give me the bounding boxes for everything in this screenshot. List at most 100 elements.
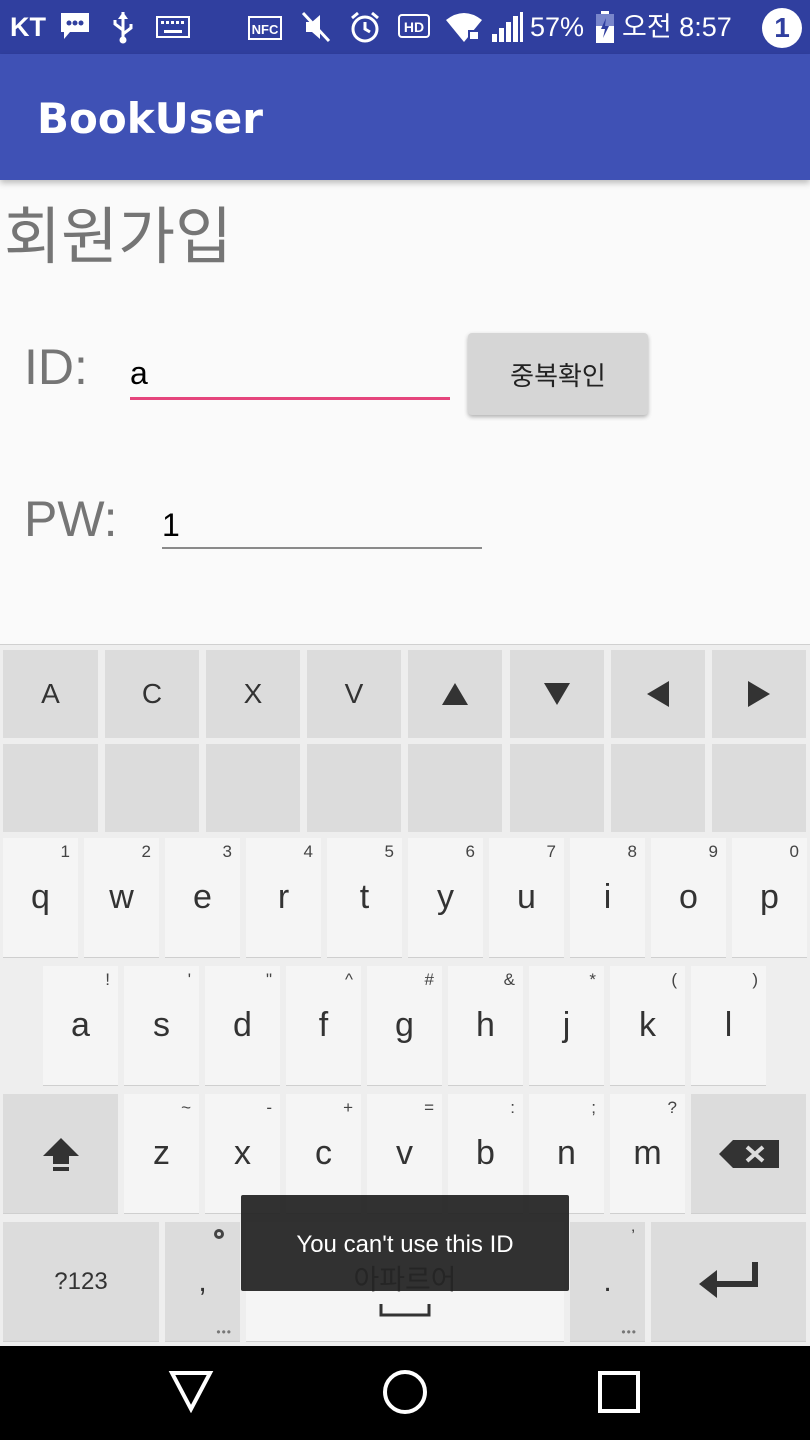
comma-key[interactable]: , ••• [165, 1222, 240, 1342]
shift-key[interactable] [3, 1094, 118, 1214]
key-q[interactable]: 1q [3, 838, 78, 958]
arrow-up-icon [442, 683, 468, 705]
key-label: ?123 [54, 1267, 108, 1295]
key-h[interactable]: & h [448, 966, 523, 1086]
key-label: p [760, 878, 779, 916]
key-label: w [109, 878, 134, 916]
key-o[interactable]: 9o [651, 838, 726, 958]
more-dots-icon: ••• [216, 1325, 232, 1339]
key-label: r [277, 878, 290, 916]
key-u[interactable]: 7u [489, 838, 564, 958]
blank-toolbar-key[interactable] [408, 744, 502, 832]
shift-icon [3, 1094, 118, 1213]
toolbar-key-x[interactable]: X [206, 650, 300, 738]
key-label: u [517, 878, 536, 916]
signal-icon [492, 12, 523, 42]
home-icon[interactable] [382, 1369, 428, 1415]
enter-icon [651, 1222, 806, 1341]
blank-toolbar-key[interactable] [307, 744, 401, 832]
key-label: i [603, 878, 612, 916]
wifi-icon [446, 13, 482, 42]
recents-icon[interactable] [597, 1370, 641, 1414]
key-s[interactable]: ' s [124, 966, 199, 1086]
period-key[interactable]: ’ . ••• [570, 1222, 645, 1342]
key-label: h [476, 1006, 495, 1044]
key-label: d [233, 1006, 252, 1044]
pw-label: PW: [24, 491, 118, 547]
key-m[interactable]: ? m [610, 1094, 685, 1214]
key-label: . [603, 1264, 612, 1298]
blank-toolbar-key[interactable] [510, 744, 604, 832]
enter-key[interactable] [651, 1222, 806, 1342]
more-dots-icon: ••• [621, 1325, 637, 1339]
keyboard-icon [156, 16, 190, 38]
key-r[interactable]: 4r [246, 838, 321, 958]
pw-input-underline [162, 547, 482, 549]
hd-icon: HD [398, 14, 430, 38]
key-label: z [153, 1134, 170, 1172]
space-icon [246, 1302, 564, 1323]
key-label: k [639, 1006, 656, 1044]
pw-input[interactable] [162, 504, 480, 546]
key-z[interactable]: ~ z [124, 1094, 199, 1214]
id-input-underline [130, 397, 450, 400]
key-e[interactable]: 3e [165, 838, 240, 958]
usb-icon [113, 12, 133, 44]
key-p[interactable]: 0p [732, 838, 807, 958]
toolbar-key-a[interactable]: A [3, 650, 98, 738]
alarm-icon [351, 11, 379, 43]
toolbar-key-c[interactable]: C [105, 650, 199, 738]
back-icon[interactable] [168, 1369, 214, 1413]
notification-count-badge[interactable]: 1 [762, 8, 802, 48]
key-label: g [395, 1006, 414, 1044]
key-label: t [359, 878, 370, 916]
arrow-down-key[interactable] [510, 650, 604, 738]
app-title: BookUser [37, 94, 263, 143]
key-label: f [318, 1006, 329, 1044]
arrow-up-key[interactable] [408, 650, 502, 738]
navigation-bar [0, 1346, 810, 1440]
key-label: , [198, 1264, 207, 1298]
blank-toolbar-key[interactable] [611, 744, 705, 832]
key-a[interactable]: ! a [43, 966, 118, 1086]
key-i[interactable]: 8i [570, 838, 645, 958]
key-f[interactable]: ^ f [286, 966, 361, 1086]
page-title: 회원가입 [4, 200, 233, 273]
battery-percent: 57% [530, 12, 585, 42]
key-label: q [31, 878, 50, 916]
key-t[interactable]: 5t [327, 838, 402, 958]
key-j[interactable]: * j [529, 966, 604, 1086]
arrow-left-key[interactable] [611, 650, 705, 738]
carrier-label: KT [10, 12, 46, 42]
id-input[interactable] [130, 352, 448, 394]
backspace-key[interactable] [691, 1094, 806, 1214]
key-l[interactable]: ) l [691, 966, 766, 1086]
arrow-down-icon [544, 683, 570, 705]
toolbar-key-v[interactable]: V [307, 650, 401, 738]
backspace-icon [691, 1094, 806, 1213]
key-label: m [633, 1134, 662, 1172]
chat-icon [61, 13, 89, 39]
key-d[interactable]: " d [205, 966, 280, 1086]
key-g[interactable]: # g [367, 966, 442, 1086]
toast: You can't use this ID [241, 1195, 569, 1291]
blank-toolbar-key[interactable] [105, 744, 199, 832]
arrow-left-icon [647, 681, 669, 707]
key-label: j [562, 1006, 571, 1044]
mute-icon [301, 11, 331, 43]
arrow-right-key[interactable] [712, 650, 806, 738]
battery-icon [596, 11, 614, 43]
key-y[interactable]: 6y [408, 838, 483, 958]
blank-toolbar-key[interactable] [206, 744, 300, 832]
blank-toolbar-key[interactable] [3, 744, 98, 832]
arrow-right-icon [748, 681, 770, 707]
key-label: a [71, 1006, 90, 1044]
blank-toolbar-key[interactable] [712, 744, 806, 832]
clock: 오전 8:57 [622, 12, 732, 42]
key-label: o [679, 878, 698, 916]
key-label: s [153, 1006, 170, 1044]
key-w[interactable]: 2w [84, 838, 159, 958]
duplicate-check-button[interactable]: 중복확인 [468, 333, 648, 415]
key-k[interactable]: (k [610, 966, 685, 1086]
symbols-key[interactable]: ?123 [3, 1222, 159, 1342]
